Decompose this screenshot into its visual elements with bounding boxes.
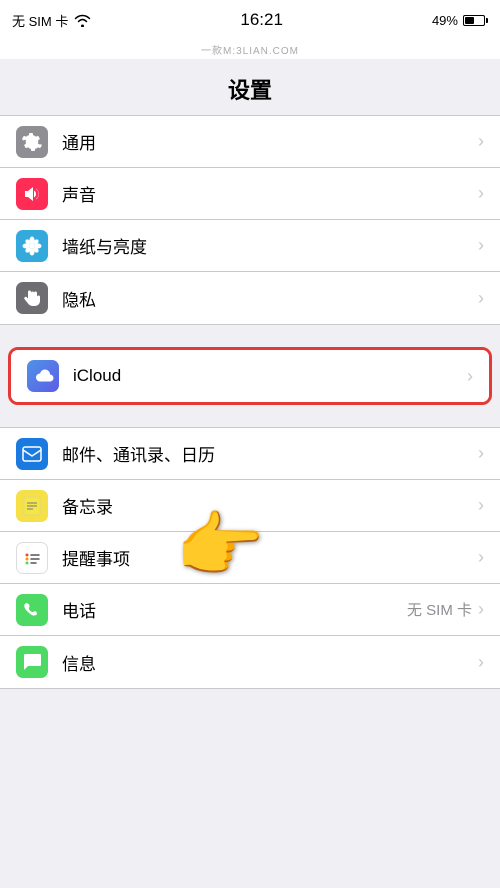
messages-chevron: › (478, 652, 484, 673)
phone-sublabel: 无 SIM 卡 (407, 599, 472, 620)
list-icon (22, 548, 42, 568)
icloud-icon (27, 360, 59, 392)
cloud-icon (32, 368, 54, 384)
speaker-icon (22, 184, 42, 204)
privacy-label: 隐私 (62, 286, 478, 311)
flower-icon (21, 235, 43, 257)
carrier-text: 无 SIM 卡 (12, 11, 68, 30)
messages-row[interactable]: 信息 › (0, 636, 500, 688)
gear-icon (22, 132, 42, 152)
wallpaper-icon (16, 230, 48, 262)
messages-label: 信息 (62, 650, 478, 675)
mail-chevron: › (478, 443, 484, 464)
sound-chevron: › (478, 183, 484, 204)
notes-label: 备忘录 (62, 493, 478, 518)
battery-icon (463, 15, 488, 26)
reminders-chevron: › (478, 547, 484, 568)
notes-icon (16, 490, 48, 522)
status-carrier: 无 SIM 卡 (12, 11, 91, 30)
privacy-icon (16, 282, 48, 314)
sound-row[interactable]: 声音 › (0, 168, 500, 220)
mail-icon (16, 438, 48, 470)
general-icon (16, 126, 48, 158)
general-row[interactable]: 通用 › (0, 116, 500, 168)
status-time: 16:21 (240, 10, 283, 30)
messages-icon (16, 646, 48, 678)
mail-row[interactable]: 邮件、通讯录、日历 › (0, 428, 500, 480)
privacy-chevron: › (478, 288, 484, 309)
notes-row[interactable]: 备忘录 › (0, 480, 500, 532)
phone-chevron: › (478, 599, 484, 620)
general-chevron: › (478, 131, 484, 152)
phone-handset-icon (23, 601, 41, 619)
page-title-bar: 设置 (0, 59, 500, 115)
battery-percent: 49% (432, 13, 458, 28)
wallpaper-row[interactable]: 墙纸与亮度 › (0, 220, 500, 272)
icloud-chevron: › (467, 366, 473, 387)
wifi-icon (74, 14, 91, 27)
status-right: 49% (432, 13, 488, 28)
sound-icon (16, 178, 48, 210)
phone-row[interactable]: 电话 无 SIM 卡 › (0, 584, 500, 636)
spacer (0, 405, 500, 427)
general-section: 通用 › 声音 › 墙纸与亮度 › (0, 115, 500, 325)
bubble-icon (22, 653, 42, 671)
notepad-icon (23, 496, 41, 516)
icloud-section: iCloud › (8, 347, 492, 405)
icloud-row[interactable]: iCloud › (11, 350, 489, 402)
reminders-icon (16, 542, 48, 574)
wallpaper-label: 墙纸与亮度 (62, 233, 478, 258)
icloud-label: iCloud (73, 366, 467, 386)
status-bar: 无 SIM 卡 16:21 49% (0, 0, 500, 40)
phone-label: 电话 (62, 597, 407, 622)
reminders-row[interactable]: 提醒事项 › (0, 532, 500, 584)
hand-icon (22, 288, 42, 308)
reminders-label: 提醒事项 (62, 545, 478, 570)
general-label: 通用 (62, 129, 478, 154)
sound-label: 声音 (62, 181, 478, 206)
envelope-icon (22, 446, 42, 462)
privacy-row[interactable]: 隐私 › (0, 272, 500, 324)
mail-label: 邮件、通讯录、日历 (62, 441, 478, 466)
page-title: 设置 (0, 73, 500, 105)
phone-icon (16, 594, 48, 626)
watermark: 一款M:3LIAN.COM (0, 40, 500, 59)
wallpaper-chevron: › (478, 235, 484, 256)
notes-chevron: › (478, 495, 484, 516)
apps-section: 邮件、通讯录、日历 › 备忘录 › 提醒事项 › (0, 427, 500, 689)
